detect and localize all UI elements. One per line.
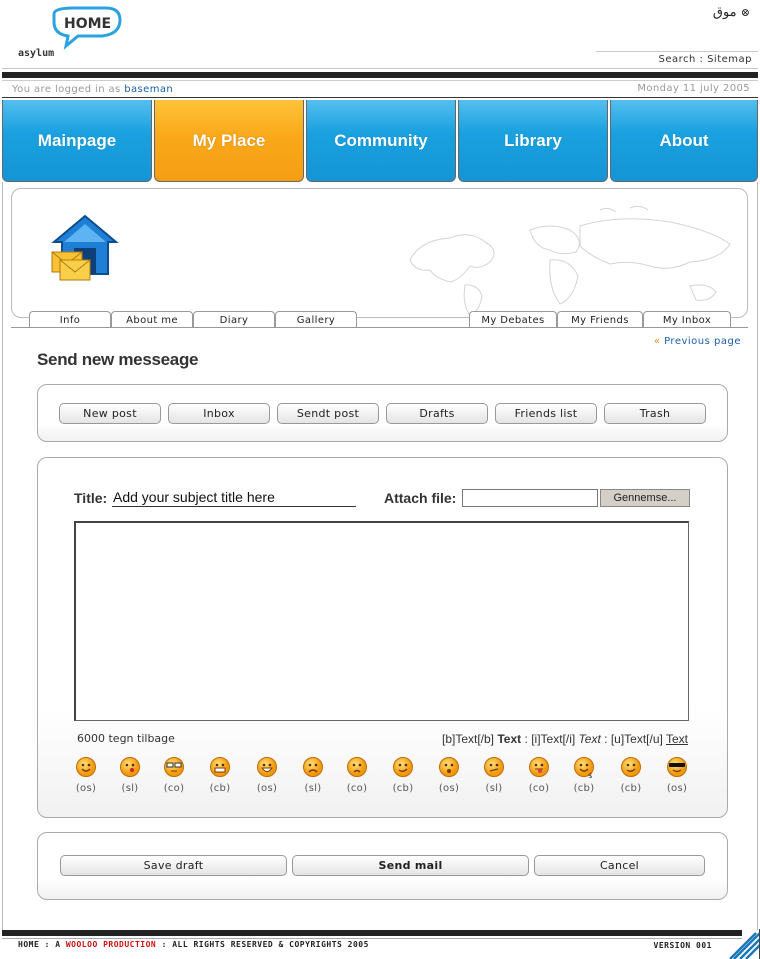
- svg-text:$: $: [588, 772, 592, 778]
- smiley-code-label: (cb): [620, 783, 642, 794]
- smiley-code-label: (os): [75, 783, 97, 794]
- trash-button[interactable]: Trash: [604, 403, 706, 424]
- header-rule: [2, 97, 758, 98]
- smiley-code-label: (cb): [392, 783, 414, 794]
- character-counter: 6000 tegn tilbage: [77, 732, 175, 745]
- smiley-code-label: (sl): [121, 783, 139, 794]
- message-body-textarea[interactable]: [74, 521, 689, 721]
- previous-page-label[interactable]: Previous page: [664, 336, 741, 347]
- save-draft-button[interactable]: Save draft: [60, 855, 287, 876]
- footer-black-bar: [2, 930, 742, 936]
- formatting-help: [b]Text[/b] Text : [i]Text[/i] Text : [u…: [442, 732, 688, 746]
- title-label: Title:: [74, 490, 108, 506]
- close-icon[interactable]: ⊗: [741, 6, 750, 19]
- sad-icon[interactable]: [302, 756, 324, 778]
- glasses-icon[interactable]: [163, 756, 185, 778]
- previous-page-link[interactable]: « Previous page: [654, 336, 741, 347]
- bold-sample: Text: [497, 732, 522, 746]
- browse-button[interactable]: Gennemse...: [600, 489, 690, 507]
- main-navigation: Mainpage My Place Community Library Abou…: [2, 100, 758, 182]
- smile-icon[interactable]: [75, 756, 97, 778]
- smiley-code-label: (os): [256, 783, 278, 794]
- header-black-bar: [2, 72, 758, 78]
- corner-stripes-graphic: [729, 929, 760, 959]
- subtab-gallery[interactable]: Gallery: [275, 311, 357, 328]
- surprised-icon[interactable]: [438, 756, 460, 778]
- inbox-button[interactable]: Inbox: [168, 403, 270, 424]
- smiley-code-label: (co): [346, 783, 368, 794]
- logo-home-text: HOME: [64, 16, 111, 32]
- title-input[interactable]: [112, 488, 356, 507]
- cancel-button[interactable]: Cancel: [534, 855, 705, 876]
- tab-about[interactable]: About: [610, 100, 758, 182]
- separator: :: [524, 732, 528, 746]
- tab-mainpage[interactable]: Mainpage: [2, 100, 152, 182]
- footer-rights: : ALL RIGHTS RESERVED & COPYRIGHTS 2005: [161, 940, 369, 949]
- footer-rule: [2, 938, 742, 939]
- header-rule: [2, 68, 758, 69]
- world-map-graphic: [409, 205, 731, 317]
- confused-icon[interactable]: [483, 756, 505, 778]
- login-status: You are logged in as baseman: [12, 84, 173, 95]
- tab-community[interactable]: Community: [306, 100, 456, 182]
- smiley-code-label: (cb): [209, 783, 231, 794]
- underline-code: [u]Text[/u]: [610, 732, 663, 746]
- smiley-code-label: (sl): [304, 783, 322, 794]
- username-link[interactable]: baseman: [124, 84, 173, 95]
- money-icon[interactable]: $: [573, 756, 595, 780]
- footer-home: HOME : A: [18, 940, 61, 949]
- smiley-code-label: (os): [438, 783, 460, 794]
- laugh-icon[interactable]: [256, 756, 278, 778]
- language-label[interactable]: موق: [713, 5, 737, 20]
- italic-code: [i]Text[/i]: [531, 732, 576, 746]
- tab-my-place[interactable]: My Place: [154, 100, 304, 182]
- subtab-diary[interactable]: Diary: [193, 311, 275, 328]
- new-post-button[interactable]: New post: [59, 403, 161, 424]
- subtab-my-friends[interactable]: My Friends: [557, 311, 643, 328]
- login-prefix: You are logged in as: [12, 84, 121, 95]
- subtab-my-inbox[interactable]: My Inbox: [643, 311, 731, 328]
- footer-brand-link[interactable]: WOOLOO PRODUCTION: [66, 940, 156, 949]
- sunglasses-icon[interactable]: [666, 756, 688, 778]
- subtab-about-me[interactable]: About me: [111, 311, 193, 328]
- current-date: Monday 11 july 2005: [637, 83, 750, 94]
- page-title: Send new messeage: [37, 350, 199, 369]
- sent-post-button[interactable]: Sendt post: [277, 403, 379, 424]
- subtab-info[interactable]: Info: [29, 311, 111, 328]
- version-label: VERSION 001: [653, 941, 712, 950]
- mail-house-icon: [51, 214, 119, 281]
- smiley-code-label: (co): [163, 783, 185, 794]
- attach-file-field[interactable]: [462, 489, 598, 507]
- header-rule: [2, 80, 758, 81]
- separator: :: [604, 732, 608, 746]
- frown-icon[interactable]: [346, 756, 368, 778]
- language-switch-link[interactable]: موق ⊗: [713, 5, 750, 20]
- underline-sample: Text: [665, 732, 688, 746]
- smiley-code-label: (co): [528, 783, 550, 794]
- tongue-icon[interactable]: [528, 756, 550, 778]
- grin-teeth-icon[interactable]: [209, 756, 231, 778]
- subtab-baseline: [11, 327, 748, 328]
- kiss-icon[interactable]: [119, 756, 141, 778]
- italic-sample: Text: [578, 732, 601, 746]
- attach-file-label: Attach file:: [384, 490, 457, 506]
- drafts-button[interactable]: Drafts: [386, 403, 488, 424]
- send-mail-button[interactable]: Send mail: [292, 855, 529, 876]
- friends-list-button[interactable]: Friends list: [495, 403, 597, 424]
- double-chevron-left-icon: «: [653, 336, 661, 347]
- tab-library[interactable]: Library: [458, 100, 608, 182]
- home-asylum-logo[interactable]: HOME asylum: [14, 6, 134, 62]
- subtab-my-debates[interactable]: My Debates: [469, 311, 557, 328]
- wink-icon[interactable]: [392, 756, 414, 778]
- top-nav-links[interactable]: Search : Sitemap: [659, 54, 753, 65]
- smiley-code-label: (os): [666, 783, 688, 794]
- smiley-code-label: (cb): [573, 783, 595, 794]
- top-divider: [596, 51, 758, 52]
- bold-code: [b]Text[/b]: [441, 732, 495, 746]
- logo-asylum-text: asylum: [18, 48, 54, 59]
- footer-copyright: HOME : A WOOLOO PRODUCTION : ALL RIGHTS …: [18, 940, 369, 949]
- smiley-code-label: (sl): [485, 783, 503, 794]
- cheeky-icon[interactable]: [620, 756, 642, 778]
